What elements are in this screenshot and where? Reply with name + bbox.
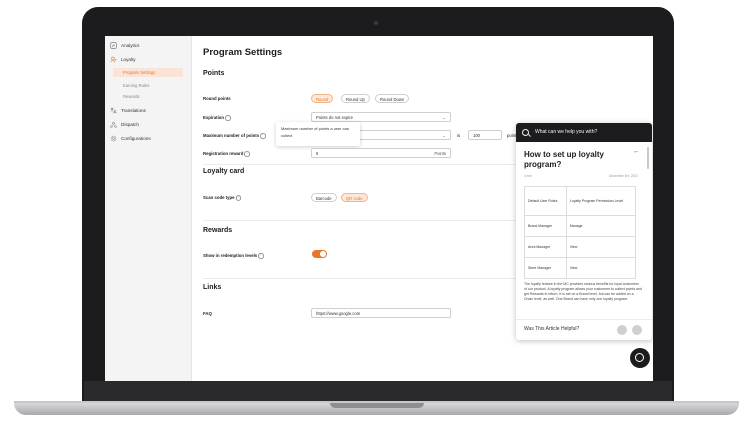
sidebar-item-label: Translations [121, 108, 146, 113]
max-points-value: 100 [473, 133, 480, 138]
sidebar-item-dispatch[interactable]: Dispatch [110, 121, 139, 128]
expiration-value: Points do not expire [316, 115, 354, 120]
registration-reward-input[interactable]: 5 Points [311, 148, 451, 158]
sidebar-item-analytics[interactable]: Analytics [110, 42, 139, 49]
table-cell: View [565, 236, 637, 258]
help-article-title: How to set up loyalty program? [524, 150, 605, 169]
registration-reward-label-text: Registration reward [203, 151, 244, 156]
sidebar-sub-program-settings[interactable]: Program Settings [113, 68, 183, 77]
help-article-date: December 3rd, 2021 [608, 174, 638, 178]
sidebar-sub-earning-rules[interactable]: Earning Rules [123, 83, 149, 88]
max-points-label-text: Maximum number of points [203, 133, 260, 138]
table-header-cell: Default User Roles [524, 186, 567, 216]
laptop-chin [84, 381, 672, 403]
chevron-down-icon: ⌄ [442, 115, 446, 120]
scan-code-type-label-text: Scan code type [203, 195, 235, 200]
sidebar-item-label: Dispatch [121, 122, 139, 127]
table-header-row: Default User Roles Loyalty Program Permi… [524, 186, 637, 216]
info-icon: i [235, 195, 242, 201]
help-search-placeholder: What can we help you with? [535, 129, 598, 135]
registration-reward-suffix: Points [434, 151, 446, 156]
help-scrollbar[interactable] [647, 147, 649, 169]
info-icon: i [225, 115, 231, 121]
scan-option-qr-code[interactable]: QR code [341, 193, 368, 202]
chart-icon [110, 42, 117, 49]
toggle-knob [320, 251, 326, 257]
faq-label: FAQ [203, 311, 212, 316]
thumbs-up-icon[interactable] [617, 325, 627, 335]
table-cell: Brand Manager [524, 215, 567, 237]
screen: Analytics Loyalty Program Settings Earni… [105, 36, 653, 381]
expiration-select[interactable]: Points do not expire ⌄ [311, 112, 451, 122]
gear-icon [110, 135, 117, 142]
sidebar: Analytics Loyalty Program Settings Earni… [105, 36, 192, 381]
lifebuoy-icon [635, 353, 644, 362]
table-row: Brand Manager Manage [524, 215, 637, 237]
section-points-heading: Points [203, 70, 225, 77]
page-title: Program Settings [203, 47, 283, 58]
help-panel: What can we help you with? How to set up… [516, 123, 652, 340]
table-cell: Manage [565, 215, 637, 237]
divider [203, 220, 533, 221]
faq-value: https://www.google.com [316, 311, 361, 316]
dispatch-icon [110, 121, 117, 128]
info-icon: i [244, 151, 250, 157]
help-permissions-table: Default User Roles Loyalty Program Permi… [524, 186, 637, 279]
camera [374, 21, 378, 25]
section-links-heading: Links [203, 284, 222, 291]
expiration-label-text: Expiration [203, 115, 225, 120]
back-arrow-icon[interactable]: ← [633, 148, 640, 155]
loyalty-icon [110, 56, 117, 63]
sidebar-item-configurations[interactable]: Configurations [110, 135, 151, 142]
sidebar-item-translations[interactable]: Translations [110, 107, 146, 114]
scan-option-barcode[interactable]: Barcode [311, 193, 337, 202]
table-cell: Store Manager [524, 257, 567, 279]
divider [203, 278, 533, 279]
sidebar-item-label: Configurations [121, 136, 151, 141]
expiration-label: Expiration i [203, 115, 231, 121]
registration-reward-label: Registration reward i [203, 151, 250, 157]
info-icon: i [258, 253, 264, 259]
show-redemption-label: Show in redemption levels i [203, 253, 264, 259]
help-search-bar[interactable]: What can we help you with? [516, 123, 652, 142]
laptop-notch [330, 403, 424, 408]
sidebar-item-label: Loyalty [121, 57, 136, 62]
table-cell: Area Manager [524, 236, 567, 258]
sidebar-item-loyalty[interactable]: Loyalty [110, 56, 136, 63]
scan-code-type-label: Scan code type i [203, 195, 242, 201]
table-row: Area Manager View [524, 236, 637, 258]
sidebar-sub-rewards[interactable]: Rewards [123, 94, 140, 99]
sidebar-item-label: Analytics [121, 43, 140, 48]
faq-input[interactable]: https://www.google.com [311, 308, 451, 318]
round-option-round-up[interactable]: Round Up [341, 94, 370, 103]
section-rewards-heading: Rewards [203, 227, 233, 234]
chevron-down-icon: ⌄ [442, 133, 446, 138]
help-article-body: The loyalty feature in the MC provides v… [524, 282, 642, 301]
section-loyalty-card-heading: Loyalty card [203, 168, 245, 175]
help-article-read-time: 4 min [524, 174, 532, 178]
helpful-question: Was This Article Helpful? [524, 326, 580, 332]
round-option-round[interactable]: Round [311, 94, 334, 103]
thumbs-down-icon[interactable] [632, 325, 642, 335]
max-is-text: is [457, 133, 461, 138]
registration-reward-value: 5 [316, 151, 319, 156]
divider [203, 164, 533, 165]
round-option-round-down[interactable]: Round Down [375, 94, 410, 103]
max-points-input[interactable]: 100 [468, 130, 502, 140]
translate-icon [110, 107, 117, 114]
round-points-label: Round points [203, 96, 231, 101]
table-header-cell: Loyalty Program Permission Level [565, 186, 637, 216]
max-points-label: Maximum number of points i [203, 133, 266, 139]
info-icon: i [260, 133, 266, 139]
help-feedback-bar: Was This Article Helpful? [516, 319, 652, 340]
table-row: Store Manager View [524, 257, 637, 279]
search-icon [522, 129, 529, 136]
max-points-tooltip: Maximum number of points a user can coll… [276, 122, 360, 146]
help-launcher-button[interactable] [630, 348, 650, 368]
table-cell: View [565, 257, 637, 279]
show-redemption-label-text: Show in redemption levels [203, 253, 258, 258]
show-redemption-toggle[interactable] [312, 250, 327, 258]
